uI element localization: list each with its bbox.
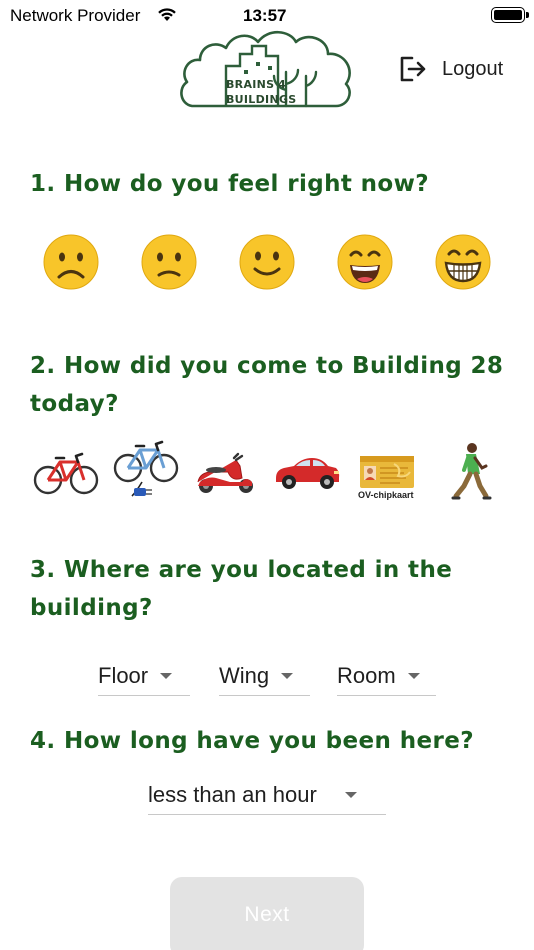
logout-button[interactable]: Logout: [398, 52, 503, 86]
wing-dropdown[interactable]: Wing: [219, 656, 310, 696]
room-dropdown[interactable]: Room: [337, 656, 436, 696]
floor-dropdown-value: Floor: [98, 662, 149, 688]
wifi-icon: [158, 8, 176, 21]
frowning-face-icon[interactable]: [42, 233, 100, 291]
scooter-icon[interactable]: [192, 438, 258, 504]
car-icon[interactable]: [272, 438, 342, 504]
floor-dropdown[interactable]: Floor: [98, 656, 190, 696]
logout-label: Logout: [442, 57, 504, 80]
chevron-down-icon: [281, 672, 294, 679]
brains4buildings-logo: BRAINS 4 BUILDINGS: [178, 26, 356, 112]
question-mood: 1. How do you feel right now?: [30, 171, 430, 197]
chevron-down-icon: [160, 672, 173, 679]
wing-dropdown-value: Wing: [219, 662, 270, 688]
question-transport: 2. How did you come to Building 28 today…: [30, 353, 504, 417]
e-bike-icon[interactable]: [112, 438, 180, 504]
duration-dropdown[interactable]: less than an hour: [148, 775, 386, 815]
slightly-frowning-face-icon[interactable]: [140, 233, 198, 291]
question-location: 3. Where are you located in the building…: [30, 557, 453, 621]
walking-person-icon[interactable]: [444, 438, 496, 504]
status-time: 13:57: [243, 6, 287, 25]
bicycle-icon[interactable]: [32, 438, 100, 504]
mood-options: [42, 233, 502, 293]
logo-text-buildings: BUILDINGS: [226, 93, 297, 106]
room-dropdown-value: Room: [337, 662, 396, 688]
duration-dropdown-value: less than an hour: [148, 781, 317, 807]
slightly-smiling-face-icon[interactable]: [238, 233, 296, 291]
chevron-down-icon: [344, 791, 357, 798]
carrier-name: Network Provider: [10, 6, 141, 25]
battery-icon: [491, 7, 525, 23]
logout-icon: [400, 56, 426, 82]
transport-options: OV-chipkaart: [30, 438, 510, 504]
logo-text-4: 4: [278, 78, 286, 91]
ov-chipkaart-caption: OV-chipkaart: [358, 490, 414, 500]
next-button[interactable]: Next: [170, 877, 364, 950]
battery-tip: [526, 12, 529, 18]
beaming-face-icon[interactable]: [434, 233, 492, 291]
question-duration: 4. How long have you been here?: [30, 728, 474, 754]
chevron-down-icon: [407, 672, 420, 679]
next-button-label: Next: [244, 903, 290, 926]
logo-text-brains: BRAINS: [226, 78, 275, 91]
grinning-face-icon[interactable]: [336, 233, 394, 291]
